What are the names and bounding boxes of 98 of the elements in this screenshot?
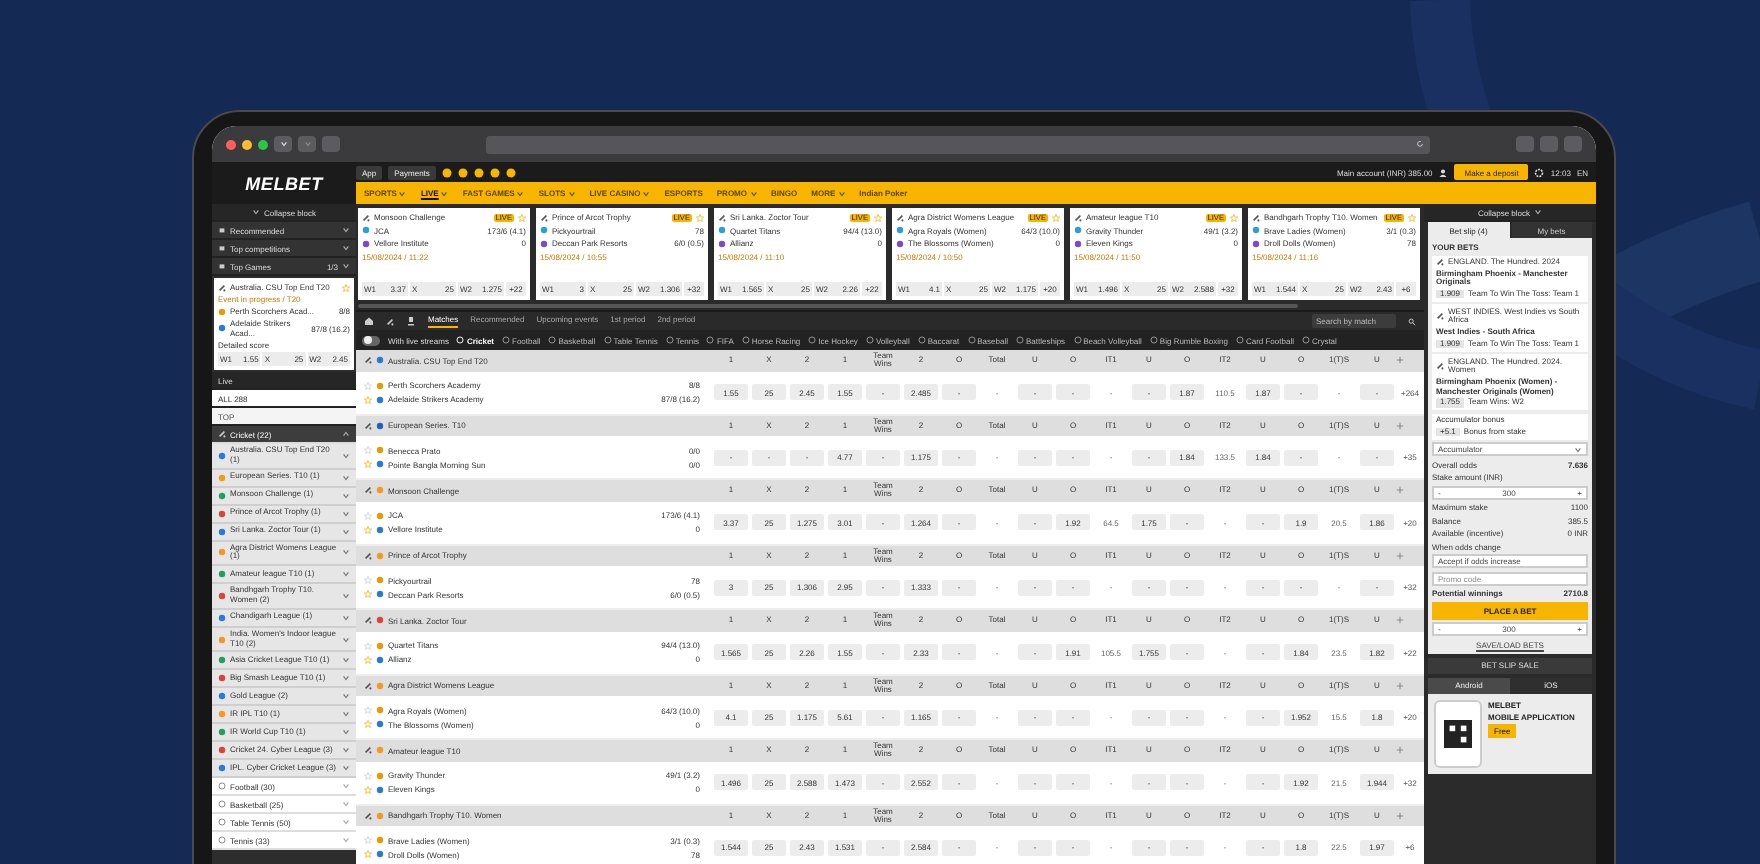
flag-icon (218, 613, 226, 622)
star-icon[interactable] (364, 525, 372, 533)
cricket-bat-icon (364, 746, 372, 755)
star-icon[interactable] (364, 850, 372, 858)
plus-icon (1396, 356, 1404, 365)
ball-icon (1149, 336, 1158, 344)
info-button[interactable] (1564, 136, 1582, 152)
chevron-down-icon (342, 262, 350, 270)
cricket-bat-icon (362, 213, 370, 221)
star-icon[interactable] (342, 283, 350, 291)
ball-icon (1235, 336, 1244, 344)
chevron-up-icon (342, 430, 350, 438)
cricket-bat-icon (1436, 258, 1444, 267)
ball-icon (1073, 336, 1082, 344)
flag-icon (376, 681, 384, 690)
flag-icon (376, 616, 384, 625)
ball-icon (741, 336, 750, 344)
flag-icon (376, 551, 384, 560)
cricket-bat-icon (896, 213, 904, 221)
minimize-window-icon[interactable] (242, 139, 252, 149)
tabs-button[interactable] (1540, 136, 1558, 152)
chevron-down-icon (342, 244, 350, 252)
flag-icon (218, 591, 226, 600)
ball-icon (665, 336, 674, 344)
star-icon[interactable] (364, 720, 372, 728)
cricket-bat-icon (364, 681, 372, 690)
search-icon (1408, 317, 1416, 325)
star-icon[interactable] (364, 785, 372, 793)
flag-icon (376, 421, 384, 430)
ball-icon (808, 336, 817, 344)
ball-icon (603, 336, 612, 344)
star-icon[interactable] (874, 213, 882, 221)
qr-code-icon (1444, 719, 1472, 748)
cricket-bat-icon (364, 486, 372, 495)
star-icon[interactable] (364, 460, 372, 468)
plus-icon (1396, 551, 1404, 560)
cricket-bat-icon (364, 811, 372, 820)
cricket-bat-icon (1074, 213, 1082, 221)
star-icon[interactable] (696, 213, 704, 221)
address-bar[interactable] (486, 135, 1430, 153)
plus-icon (1396, 616, 1404, 625)
sidebar-toggle-button[interactable] (322, 136, 340, 152)
melbet-logo[interactable]: MELBET (212, 162, 356, 204)
ball-icon (706, 336, 715, 344)
reload-icon (1416, 140, 1424, 148)
flag-icon (218, 451, 226, 460)
plus-icon (1396, 746, 1404, 755)
maximize-window-icon[interactable] (258, 139, 268, 149)
flag-icon (218, 635, 226, 644)
plus-icon (1396, 421, 1404, 430)
cricket-bat-icon (364, 551, 372, 560)
close-window-icon[interactable] (226, 139, 236, 149)
cricket-bat-icon (364, 616, 372, 625)
ball-icon (967, 336, 976, 344)
cricket-bat-icon (1436, 362, 1444, 371)
star-icon[interactable] (1052, 213, 1060, 221)
cricket-bat-icon (718, 213, 726, 221)
flag-icon (376, 486, 384, 495)
star-icon[interactable] (364, 395, 372, 403)
flag-icon (376, 356, 384, 365)
live-stream-toggle[interactable] (362, 335, 380, 345)
plus-icon (1396, 811, 1404, 820)
cricket-bat-icon (1252, 213, 1260, 221)
trophy-icon[interactable] (406, 316, 416, 326)
chevron-down-icon (342, 226, 350, 234)
ball-icon (502, 336, 511, 344)
ball-icon (865, 336, 874, 344)
cricket-bat-icon (218, 283, 226, 291)
cricket-bat-icon (218, 430, 226, 438)
ball-icon (456, 336, 465, 344)
star-icon[interactable] (518, 213, 526, 221)
star-icon[interactable] (364, 590, 372, 598)
ball-icon (548, 336, 557, 344)
star-icon[interactable] (1408, 213, 1416, 221)
flag-icon (218, 570, 226, 579)
flag-icon (376, 746, 384, 755)
cricket-bat-icon (1436, 312, 1444, 321)
cricket-bat-icon (540, 213, 548, 221)
star-icon[interactable] (364, 655, 372, 663)
cricket-bat-icon (386, 317, 394, 325)
back-button[interactable] (274, 136, 292, 152)
flag-icon (218, 324, 226, 332)
settings-icon[interactable] (1534, 167, 1545, 177)
cricket-bat-icon (364, 421, 372, 430)
ball-icon (917, 336, 926, 344)
flag-icon (376, 811, 384, 820)
user-icon[interactable] (1438, 167, 1449, 177)
ball-icon (1301, 336, 1310, 344)
ball-icon (1015, 336, 1024, 344)
star-icon[interactable] (1230, 213, 1238, 221)
share-button[interactable] (1516, 136, 1534, 152)
plus-icon (1396, 681, 1404, 690)
cricket-bat-icon (364, 356, 372, 365)
forward-button[interactable] (298, 136, 316, 152)
home-icon[interactable] (364, 316, 374, 326)
flag-icon (218, 307, 226, 315)
plus-icon (1396, 486, 1404, 495)
flag-icon (218, 548, 226, 557)
